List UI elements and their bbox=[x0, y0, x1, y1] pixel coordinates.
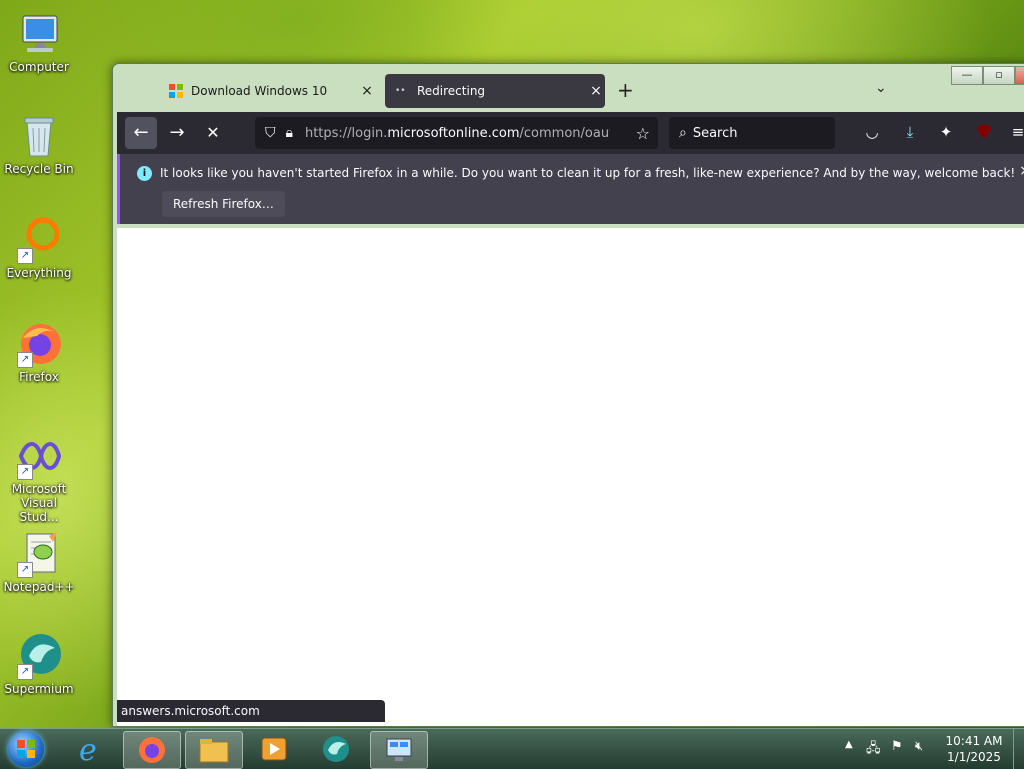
notification-close-icon[interactable]: × bbox=[1019, 163, 1024, 179]
desktop-icon-label: Notepad++ bbox=[3, 580, 75, 594]
shortcut-arrow-icon: ↗ bbox=[17, 352, 33, 368]
desktop-icon-label: Firefox bbox=[19, 370, 59, 384]
desktop-icon-label: Microsoft Visual Stud... bbox=[11, 482, 67, 524]
navigation-toolbar: ← → ✕ ⛉ 🔒︎ https://login.microsoftonline… bbox=[117, 112, 1024, 154]
desktop-icon-computer[interactable]: Computer bbox=[2, 10, 76, 74]
refresh-firefox-button[interactable]: Refresh Firefox… bbox=[162, 191, 285, 217]
desktop-icon-label: Recycle Bin bbox=[4, 162, 74, 176]
firefox-window: — ▫ ✕ Download Windows 10 × •• Redirecti… bbox=[112, 63, 1024, 727]
desktop-icon-label: Everything bbox=[6, 266, 72, 280]
loading-icon: •• bbox=[395, 86, 406, 96]
tab-title: Download Windows 10 bbox=[191, 84, 328, 98]
desktop-icon-everything[interactable]: ↗ Everything bbox=[2, 216, 76, 280]
shortcut-arrow-icon: ↗ bbox=[17, 464, 33, 480]
notification-message: It looks like you haven't started Firefo… bbox=[160, 166, 1016, 180]
taskbar-internet-explorer[interactable]: e bbox=[62, 731, 118, 767]
notepadpp-icon: ↗ bbox=[15, 530, 63, 578]
address-bar[interactable]: ⛉ 🔒︎ https://login.microsoftonline.com/c… bbox=[255, 117, 658, 149]
desktop-icon-supermium[interactable]: ↗ Supermium bbox=[2, 632, 76, 696]
search-placeholder: Search bbox=[692, 125, 738, 141]
tab-redirecting[interactable]: •• Redirecting × bbox=[385, 74, 605, 108]
volume-muted-icon[interactable]: 🔇︎ bbox=[915, 739, 923, 754]
page-content[interactable] bbox=[117, 228, 1024, 726]
list-all-tabs-chevron-icon[interactable]: ⌄ bbox=[875, 80, 887, 96]
url-text[interactable]: https://login.microsoftonline.com/common… bbox=[305, 126, 610, 141]
network-icon[interactable]: 🖧︎ bbox=[866, 739, 881, 761]
folder-icon bbox=[199, 739, 229, 763]
search-input[interactable]: ⌕ Search bbox=[669, 117, 835, 149]
forward-button[interactable]: → bbox=[161, 117, 193, 149]
tab-download-windows-10[interactable]: Download Windows 10 × bbox=[159, 74, 376, 108]
desktop-icon-recycle-bin[interactable]: Recycle Bin bbox=[2, 112, 76, 176]
everything-icon: ↗ bbox=[15, 216, 63, 264]
media-player-icon bbox=[261, 737, 287, 761]
desktop-icon-notepadpp[interactable]: ↗ Notepad++ bbox=[2, 530, 76, 594]
tab-title: Redirecting bbox=[417, 84, 486, 98]
search-icon: ⌕ bbox=[679, 125, 687, 141]
stop-loading-button[interactable]: ✕ bbox=[197, 117, 229, 149]
internet-explorer-icon: e bbox=[79, 734, 97, 764]
firefox-icon: ↗ bbox=[15, 320, 63, 368]
menu-hamburger-icon[interactable]: ≡ bbox=[1007, 123, 1024, 141]
downloads-icon[interactable]: ⤓ bbox=[899, 123, 921, 141]
ublock-origin-icon[interactable] bbox=[973, 123, 995, 143]
microsoft-logo-icon bbox=[169, 84, 183, 98]
system-clock[interactable]: 10:41 AM 1/1/2025 bbox=[938, 733, 1010, 765]
taskbar: e ▲ 🖧︎ ⚑ 🔇︎ 10:41 AM 1/1/2025 bbox=[0, 728, 1024, 769]
show-hidden-icons-button[interactable]: ▲ bbox=[845, 739, 853, 750]
desktop-icon-firefox[interactable]: ↗ Firefox bbox=[2, 320, 76, 384]
extensions-icon[interactable]: ✦ bbox=[935, 123, 957, 141]
refresh-firefox-notification: i It looks like you haven't started Fire… bbox=[117, 154, 1024, 224]
lock-icon[interactable]: 🔒︎ bbox=[286, 125, 293, 141]
computer-icon bbox=[15, 10, 63, 58]
desktop-icon-label: Computer bbox=[9, 60, 69, 74]
action-center-flag-icon[interactable]: ⚑ bbox=[891, 739, 903, 754]
clock-time: 10:41 AM bbox=[945, 734, 1003, 748]
clock-date: 1/1/2025 bbox=[947, 750, 1001, 764]
tracking-protection-shield-icon[interactable]: ⛉ bbox=[265, 125, 276, 141]
new-tab-button[interactable]: + bbox=[617, 78, 634, 102]
shortcut-arrow-icon: ↗ bbox=[17, 248, 33, 264]
taskbar-file-explorer[interactable] bbox=[185, 731, 243, 769]
bookmark-star-icon[interactable]: ☆ bbox=[636, 124, 650, 143]
supermium-icon: ↗ bbox=[15, 632, 63, 680]
firefox-icon bbox=[139, 737, 165, 763]
tab-strip: Download Windows 10 × •• Redirecting × +… bbox=[117, 72, 1024, 112]
tab-close-icon[interactable]: × bbox=[358, 83, 376, 99]
desktop-icon-visual-studio[interactable]: ↗ Microsoft Visual Stud... bbox=[2, 432, 76, 524]
pocket-icon[interactable]: ◡ bbox=[861, 123, 883, 141]
back-button[interactable]: ← bbox=[125, 117, 157, 149]
remote-desktop-icon bbox=[386, 738, 412, 761]
taskbar-media-player[interactable] bbox=[246, 731, 302, 767]
taskbar-remote-desktop[interactable] bbox=[370, 731, 428, 769]
recycle-bin-icon bbox=[15, 112, 63, 160]
svg-text:e: e bbox=[79, 734, 97, 764]
link-status-bar: answers.microsoft.com bbox=[117, 700, 385, 722]
start-button[interactable] bbox=[8, 731, 44, 767]
visual-studio-icon: ↗ bbox=[15, 432, 63, 480]
taskbar-supermium[interactable] bbox=[308, 731, 364, 767]
supermium-icon bbox=[323, 736, 349, 762]
info-icon: i bbox=[137, 166, 152, 181]
shortcut-arrow-icon: ↗ bbox=[17, 664, 33, 680]
windows-logo-icon bbox=[17, 740, 35, 758]
desktop-icon-label: Supermium bbox=[4, 682, 74, 696]
taskbar-firefox[interactable] bbox=[123, 731, 181, 769]
show-desktop-button[interactable] bbox=[1013, 729, 1024, 769]
tab-close-icon[interactable]: × bbox=[587, 83, 605, 99]
shortcut-arrow-icon: ↗ bbox=[17, 562, 33, 578]
